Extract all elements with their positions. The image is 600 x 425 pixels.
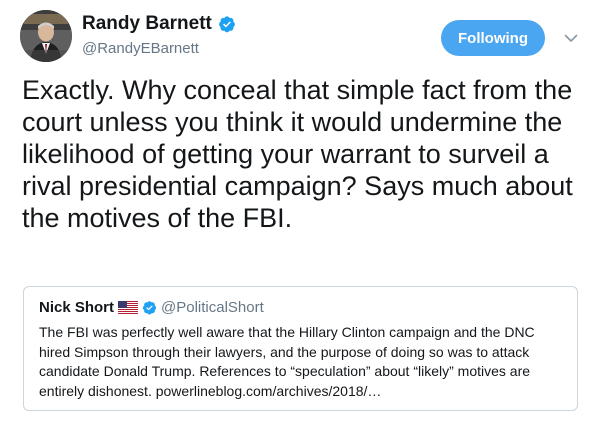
quoted-author-handle[interactable]: @PoliticalShort [161,299,264,316]
tweet-text: Exactly. Why conceal that simple fact fr… [22,75,573,233]
quoted-tweet[interactable]: Nick Short @PoliticalShort The FBI was p… [23,286,578,411]
quoted-tweet-header: Nick Short @PoliticalShort [39,297,264,317]
us-flag-icon [118,300,139,314]
author-display-name[interactable]: Randy Barnett [82,13,212,35]
quoted-tweet-text: The FBI was perfectly well aware that th… [39,324,535,399]
tweet-card: Randy Barnett @RandyEBarnett Following E… [0,0,600,425]
author-handle[interactable]: @RandyEBarnett [82,40,362,57]
person-avatar-icon [20,10,72,62]
verified-badge-icon [142,300,157,314]
verified-badge-icon [218,16,235,33]
author-name-row: Randy Barnett [82,13,362,35]
author-avatar[interactable] [20,10,72,62]
quoted-author-name[interactable]: Nick Short [39,299,114,316]
chevron-down-icon[interactable] [563,30,579,46]
author-info: Randy Barnett @RandyEBarnett [82,13,362,57]
following-button[interactable]: Following [441,20,545,56]
